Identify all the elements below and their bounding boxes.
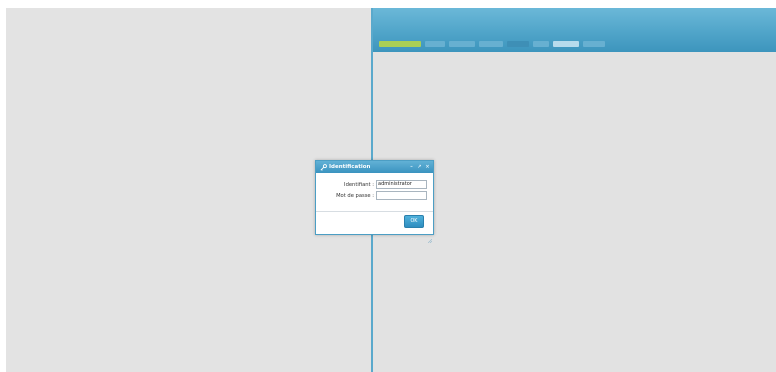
ok-button[interactable]: OK bbox=[404, 215, 424, 228]
password-input[interactable] bbox=[376, 191, 427, 200]
login-dialog: Identification – ↗ × Identifiant : admin… bbox=[315, 160, 434, 244]
menu-bar bbox=[379, 40, 605, 48]
menu-item[interactable] bbox=[553, 41, 579, 47]
password-row: Mot de passe : bbox=[316, 191, 427, 200]
dialog-title-bar[interactable]: Identification – ↗ × bbox=[316, 161, 433, 173]
close-icon[interactable]: × bbox=[425, 164, 430, 170]
menu-item[interactable] bbox=[479, 41, 503, 47]
app-header bbox=[373, 8, 776, 52]
maximize-icon[interactable]: ↗ bbox=[417, 164, 422, 170]
menu-item[interactable] bbox=[379, 41, 421, 47]
dialog-separator bbox=[316, 211, 433, 212]
menu-item[interactable] bbox=[583, 41, 605, 47]
menu-item[interactable] bbox=[507, 41, 529, 47]
username-label: Identifiant : bbox=[344, 181, 374, 188]
key-icon bbox=[319, 163, 327, 171]
resize-grip-icon[interactable] bbox=[427, 228, 433, 244]
dialog-title: Identification bbox=[329, 164, 371, 170]
menu-item[interactable] bbox=[533, 41, 549, 47]
menu-item[interactable] bbox=[425, 41, 445, 47]
password-label: Mot de passe : bbox=[336, 192, 374, 199]
username-row: Identifiant : administrator bbox=[316, 180, 427, 189]
username-input[interactable]: administrator bbox=[376, 180, 427, 189]
minimize-icon[interactable]: – bbox=[409, 164, 414, 170]
menu-item[interactable] bbox=[449, 41, 475, 47]
dialog-body: Identifiant : administrator Mot de passe… bbox=[316, 173, 433, 244]
